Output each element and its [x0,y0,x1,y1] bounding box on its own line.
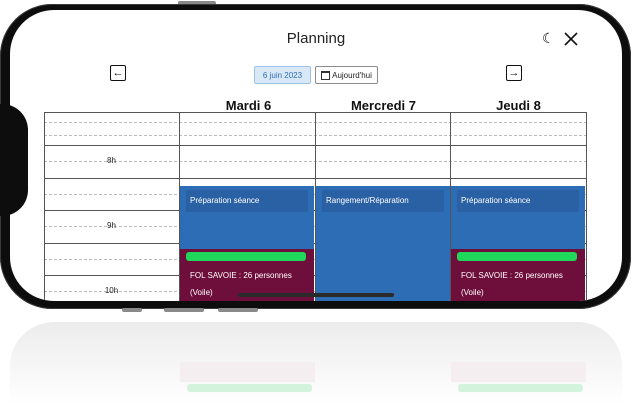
status-bar [457,252,577,261]
event-title: FOL SAVOIE : 26 personnes [461,271,563,280]
today-button[interactable]: Aujourd'hui [315,66,378,84]
grid-column-line [44,112,45,301]
reflection-status-bar [187,384,312,392]
today-label: Aujourd'hui [332,70,372,80]
grid-column-line [586,112,587,301]
event-title: Préparation séance [457,190,579,212]
reflection-event [180,362,315,382]
arrow-right-icon: → [508,66,520,79]
reflection-status-bar [458,384,583,392]
event-preparation-mardi[interactable]: Préparation séance [180,186,314,252]
event-preparation-jeudi[interactable]: Préparation séance [451,186,585,252]
hour-label-8h: 8h [107,156,116,165]
event-subtitle: (Voile) [190,288,213,297]
phone-reflection [0,322,632,419]
event-title: Rangement/Réparation [322,190,444,212]
prev-week-button[interactable]: ← [110,65,126,81]
phone-side-button [218,308,258,312]
day-header-mardi: Mardi 6 [225,98,272,113]
phone-side-button [122,308,142,312]
event-rangement-mercredi[interactable]: Rangement/Réparation [316,186,450,301]
home-indicator[interactable] [238,293,394,297]
day-header-mercredi: Mercredi 7 [350,98,417,113]
event-title: FOL SAVOIE : 26 personnes [190,271,292,280]
moon-icon[interactable]: ☾ [542,30,555,47]
next-week-button[interactable]: → [506,65,522,81]
event-subtitle: (Voile) [461,288,484,297]
calendar-grid: 8h 9h 10h Préparation séance FOL SAVOIE … [44,112,587,301]
hour-label-10h: 10h [104,286,119,295]
phone-frame: Planning ☾ ← 6 juin 2023 Aujourd'hui → M… [0,4,631,309]
status-bar [186,252,306,261]
event-fol-savoie-jeudi[interactable]: FOL SAVOIE : 26 personnes (Voile) [451,249,585,301]
phone-notch [0,104,28,216]
page-title: Planning [286,30,346,47]
calendar-icon [321,70,331,80]
current-date-button[interactable]: 6 juin 2023 [254,66,311,84]
app-screen: Planning ☾ ← 6 juin 2023 Aujourd'hui → M… [10,10,622,301]
phone-side-button [164,308,204,312]
arrow-left-icon: ← [112,66,124,79]
hour-label-9h: 9h [107,221,116,230]
day-header-jeudi: Jeudi 8 [496,98,541,113]
reflection-event [451,362,586,382]
event-title: Préparation séance [186,190,308,212]
close-icon[interactable] [562,30,580,48]
